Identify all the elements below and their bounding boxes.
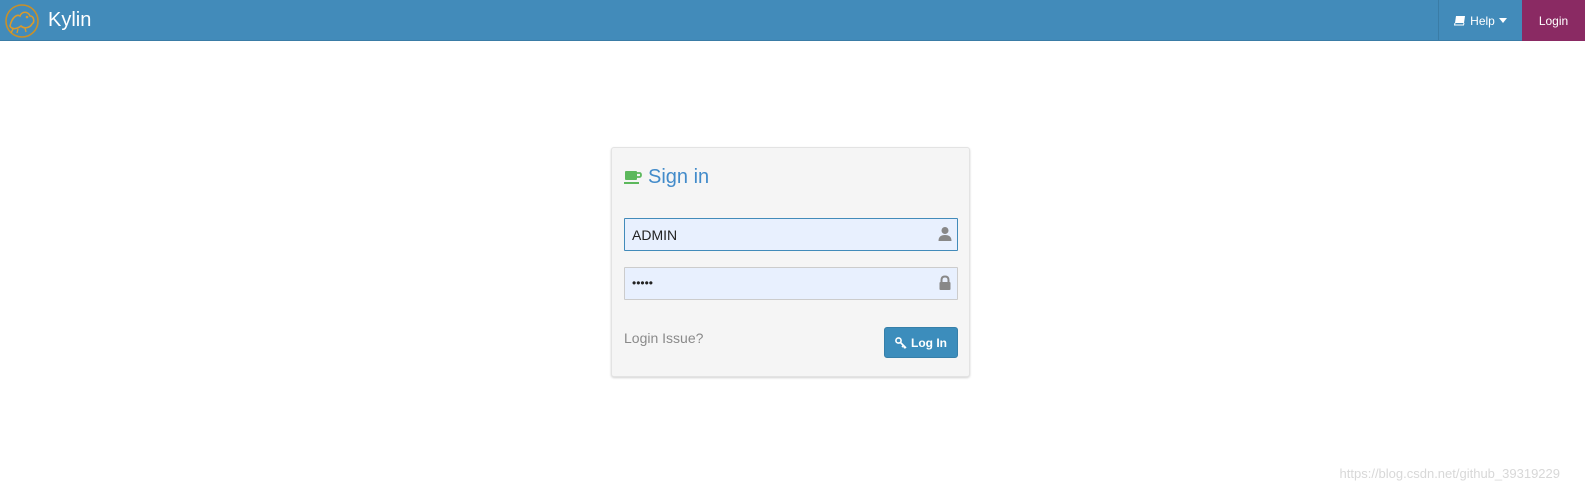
nav-login-label: Login [1538, 13, 1569, 28]
username-field[interactable] [624, 218, 958, 251]
help-dropdown[interactable]: Help [1438, 0, 1522, 41]
brand-name: Kylin [48, 9, 92, 31]
caret-down-icon [1498, 17, 1507, 23]
lock-icon [939, 275, 951, 290]
password-input[interactable]: ••••• [632, 268, 653, 299]
username-input[interactable] [625, 219, 957, 250]
help-label: Help [1470, 13, 1495, 28]
top-navbar: Kylin Help Login [0, 0, 1585, 41]
login-issue-link[interactable]: Login Issue? [624, 330, 703, 346]
signin-title: Sign in [624, 166, 709, 189]
book-icon [1454, 16, 1466, 26]
signin-panel: Sign in ••••• Login Issue? Log In [611, 147, 970, 377]
signin-title-text: Sign in [648, 166, 710, 188]
log-in-label: Log In [911, 335, 947, 350]
user-icon [938, 227, 952, 241]
watermark-text: https://blog.csdn.net/github_39319229 [1339, 466, 1560, 481]
nav-right: Help Login [1438, 0, 1585, 41]
kylin-logo-icon [5, 3, 39, 38]
brand-link[interactable]: Kylin [0, 0, 91, 41]
log-in-button[interactable]: Log In [884, 327, 958, 358]
key-icon [895, 336, 907, 349]
password-field[interactable]: ••••• [624, 267, 958, 300]
coffee-cup-icon [624, 171, 642, 184]
nav-login-button[interactable]: Login [1522, 0, 1585, 41]
